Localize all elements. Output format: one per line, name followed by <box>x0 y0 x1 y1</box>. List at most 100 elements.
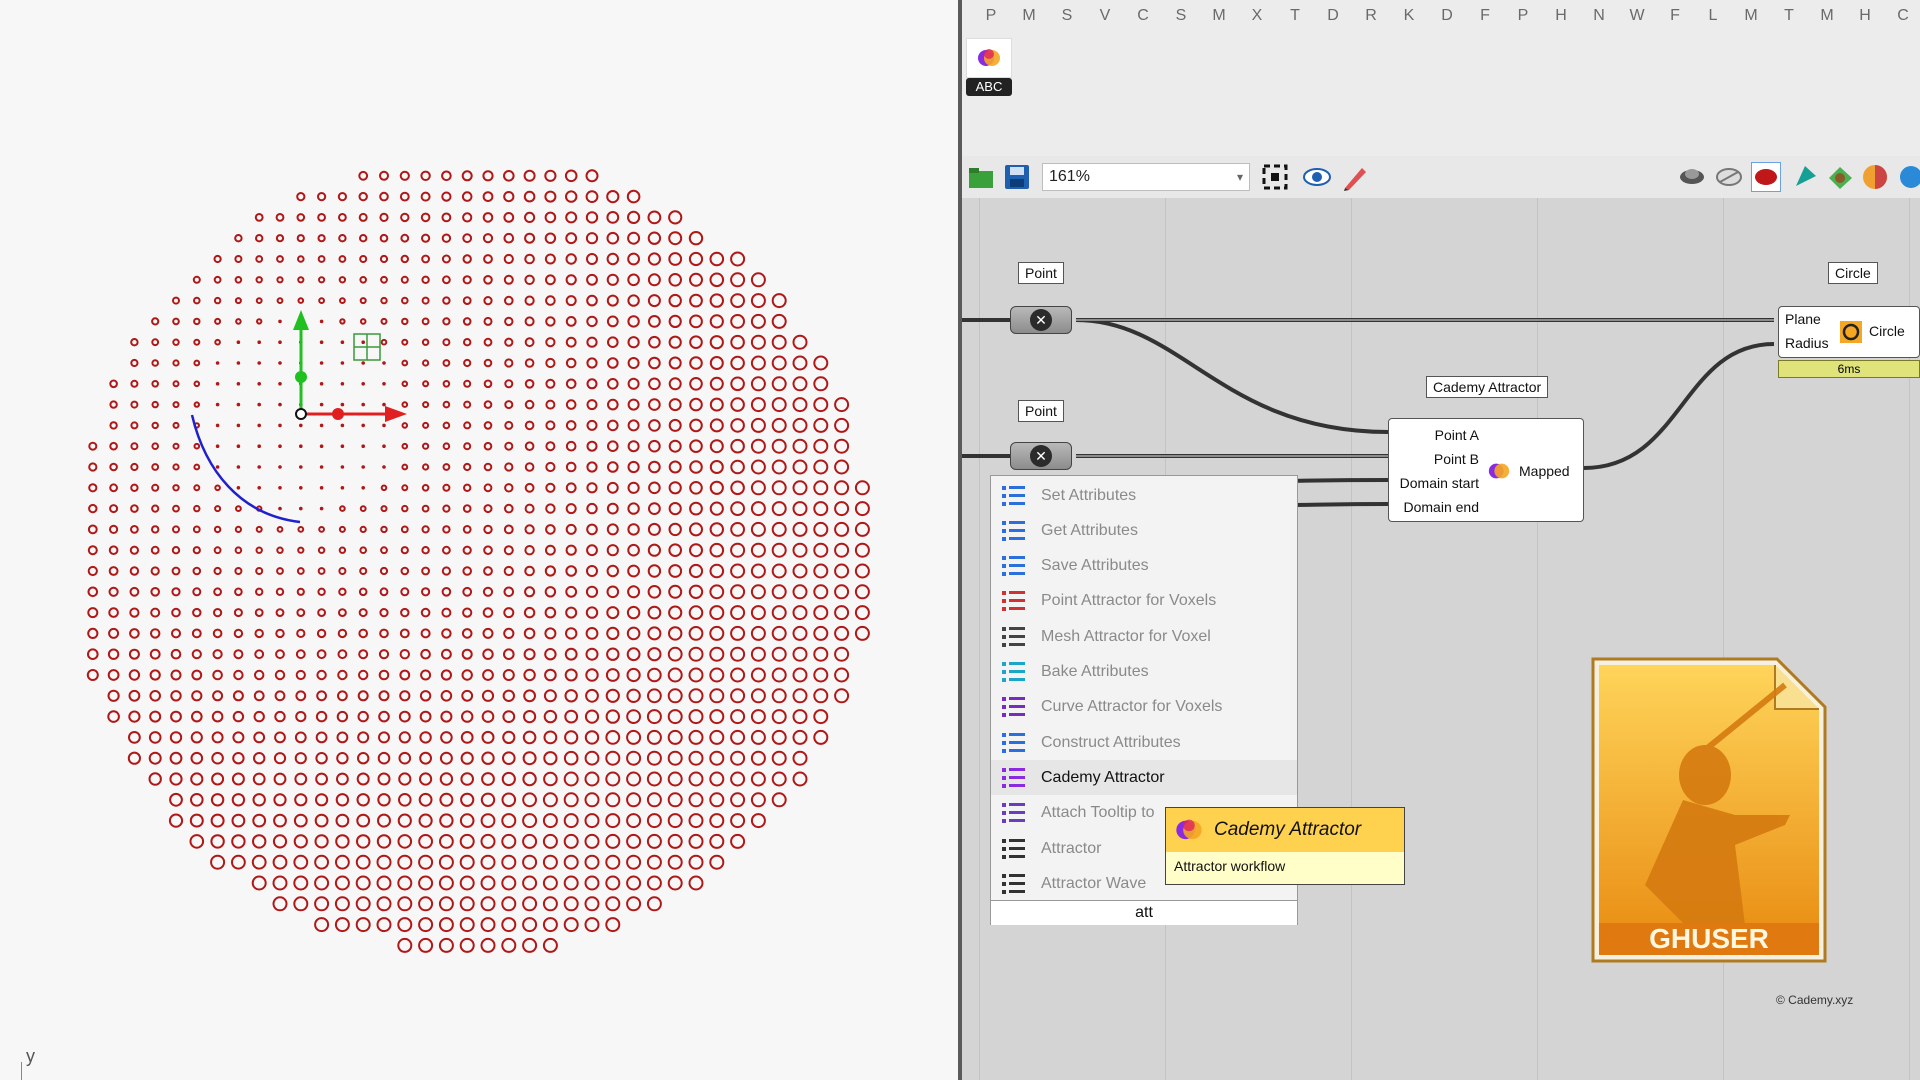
ribbon-tab[interactable]: M <box>1732 7 1770 25</box>
circle-curve <box>607 461 619 473</box>
ribbon-tab[interactable]: M <box>1200 7 1238 25</box>
ribbon-tab[interactable]: F <box>1466 7 1504 25</box>
ribbon-tab[interactable]: W <box>1618 7 1656 25</box>
ribbon-tab[interactable]: T <box>1276 7 1314 25</box>
cademy-attractor-component[interactable]: Point A Point B Domain start Domain end … <box>1388 418 1584 522</box>
circle-curve <box>834 584 850 600</box>
circle-curve <box>421 504 430 513</box>
circle-curve <box>169 792 183 807</box>
circle-curve <box>750 397 766 413</box>
circle-curve <box>378 731 390 744</box>
point-dot <box>340 340 345 345</box>
bake-selected-icon[interactable] <box>1825 162 1855 192</box>
circle-curve <box>397 937 413 953</box>
circle-curve <box>524 358 535 368</box>
circle-curve <box>235 505 242 513</box>
ribbon-tab[interactable]: C <box>1884 7 1920 25</box>
input-domain-end[interactable]: Domain end <box>1404 499 1480 515</box>
point2-param[interactable]: ✕ <box>1010 442 1072 470</box>
ribbon-tab[interactable]: S <box>1048 7 1086 25</box>
search-result-item[interactable]: Point Attractor for Voxels <box>991 584 1297 619</box>
material-ball-icon[interactable] <box>1860 162 1890 192</box>
more-tools-icon[interactable] <box>1896 162 1920 192</box>
search-result-item[interactable]: Set Attributes <box>991 478 1297 513</box>
rhino-viewport[interactable]: y <box>0 0 958 1080</box>
circle-curve <box>688 688 704 704</box>
zoom-select[interactable]: 161% ▾ <box>1042 163 1250 191</box>
circle-curve <box>398 731 411 744</box>
ghuser-file-icon[interactable]: GHUSER <box>1585 655 1833 967</box>
circle-curve <box>565 211 578 224</box>
ribbon-tab[interactable]: N <box>1580 7 1618 25</box>
plugin-button[interactable]: ABC <box>966 38 1012 98</box>
ribbon-tab[interactable]: D <box>1428 7 1466 25</box>
preview-shaded-icon[interactable] <box>1751 162 1781 192</box>
circle-curve <box>648 377 661 391</box>
circle-curve <box>627 440 640 453</box>
point-dot <box>236 402 241 407</box>
gumball-widget[interactable] <box>293 310 407 422</box>
input-domain-start[interactable]: Domain start <box>1400 475 1479 491</box>
search-result-item[interactable]: Curve Attractor for Voxels <box>991 690 1297 725</box>
search-result-item[interactable]: Mesh Attractor for Voxel <box>991 619 1297 654</box>
circle-curve <box>585 627 599 640</box>
search-result-item[interactable]: Cademy Attractor <box>991 760 1297 796</box>
circle-curve <box>233 649 244 660</box>
circle-curve <box>376 875 392 891</box>
input-radius[interactable]: Radius <box>1785 335 1829 351</box>
circle-curve <box>87 545 98 556</box>
circle-curve <box>585 647 599 661</box>
search-result-item[interactable]: Bake Attributes <box>991 655 1297 690</box>
circle-component[interactable]: Plane Radius Circle <box>1778 306 1920 358</box>
ribbon-tab[interactable]: H <box>1846 7 1884 25</box>
circle-curve <box>688 563 704 579</box>
circle-curve <box>627 210 641 224</box>
search-result-item[interactable]: Get Attributes <box>991 513 1297 548</box>
ribbon-tab[interactable]: V <box>1086 7 1124 25</box>
save-file-icon[interactable] <box>1002 162 1032 192</box>
search-result-item[interactable]: Construct Attributes <box>991 725 1297 760</box>
ribbon-tab[interactable]: P <box>972 7 1010 25</box>
input-plane[interactable]: Plane <box>1785 311 1821 327</box>
sketch-pen-icon[interactable] <box>1340 162 1370 192</box>
ribbon-tab[interactable]: T <box>1770 7 1808 25</box>
bake-green-icon[interactable] <box>1790 162 1820 192</box>
ribbon-tab[interactable]: H <box>1542 7 1580 25</box>
point-icon: ✕ <box>1030 445 1052 467</box>
preview-mesh-icon[interactable] <box>1714 162 1744 192</box>
ribbon-tab[interactable]: M <box>1010 7 1048 25</box>
circle-curve <box>501 937 517 953</box>
circle-curve <box>193 317 201 326</box>
point1-param[interactable]: ✕ <box>1010 306 1072 334</box>
output-circle[interactable]: Circle <box>1869 323 1905 339</box>
open-file-icon[interactable] <box>966 162 996 192</box>
input-point-a[interactable]: Point A <box>1435 427 1479 443</box>
ribbon-tab[interactable]: X <box>1238 7 1276 25</box>
ribbon-tab[interactable]: D <box>1314 7 1352 25</box>
search-input[interactable]: att <box>991 900 1297 925</box>
output-mapped[interactable]: Mapped <box>1519 463 1570 479</box>
circle-curve <box>213 608 223 618</box>
input-point-b[interactable]: Point B <box>1434 451 1479 467</box>
search-result-item[interactable]: Save Attributes <box>991 549 1297 584</box>
circle-curve <box>813 542 829 558</box>
ribbon-tab[interactable]: K <box>1390 7 1428 25</box>
circle-curve <box>317 546 326 554</box>
ribbon-tab[interactable]: M <box>1808 7 1846 25</box>
circle-curve <box>213 525 222 534</box>
ribbon-tab[interactable]: L <box>1694 7 1732 25</box>
circle-curve <box>504 503 514 514</box>
ribbon-tab[interactable]: S <box>1162 7 1200 25</box>
preview-eye-icon[interactable] <box>1302 162 1332 192</box>
ribbon: ABC <box>962 32 1920 157</box>
zoom-extents-icon[interactable] <box>1260 162 1290 192</box>
preview-wire-icon[interactable] <box>1677 162 1707 192</box>
circle-curve <box>398 772 412 786</box>
ribbon-tab[interactable]: P <box>1504 7 1542 25</box>
ribbon-tab[interactable]: R <box>1352 7 1390 25</box>
circle-curve <box>606 211 620 224</box>
circle-curve <box>297 546 305 554</box>
ribbon-tab[interactable]: C <box>1124 7 1162 25</box>
circle-curve <box>189 834 205 849</box>
ribbon-tab[interactable]: F <box>1656 7 1694 25</box>
